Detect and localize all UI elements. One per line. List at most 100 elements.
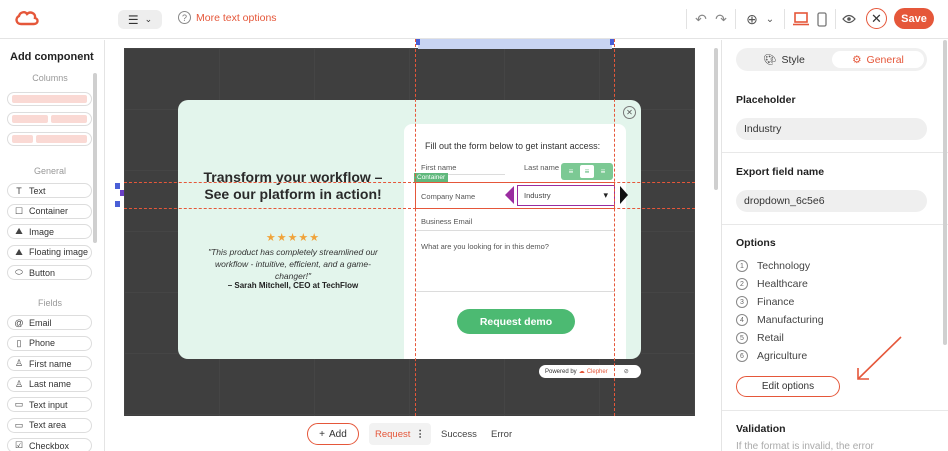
drag-handle-right[interactable] (620, 186, 628, 204)
more-text-options-link[interactable]: ? More text options (178, 11, 277, 24)
field-component-phone[interactable]: ▯ Phone (7, 335, 92, 351)
field-component-checkbox[interactable]: ☑ Checkbox (7, 438, 92, 451)
resize-handle[interactable] (115, 201, 120, 207)
popup-headline[interactable]: Transform your workflow – See our platfo… (198, 169, 388, 202)
divider (722, 224, 948, 225)
align-right-icon[interactable]: ≡ (596, 165, 610, 178)
option-item[interactable]: 6 Agriculture (736, 350, 807, 362)
sidebar-scrollbar[interactable] (93, 73, 97, 243)
state-tab-request[interactable]: Request ⋮ (369, 423, 431, 445)
business-email-field[interactable]: Business Email (421, 217, 472, 226)
option-item[interactable]: 2 Healthcare (736, 278, 808, 290)
edit-options-button[interactable]: Edit options (736, 376, 840, 397)
component-floating-image[interactable]: ⛰ Floating image (7, 244, 92, 260)
column-layout-3[interactable] (7, 132, 92, 146)
plus-icon: + (319, 428, 326, 440)
validation-help-text: If the format is invalid, the error (736, 441, 874, 451)
export-field-input[interactable]: dropdown_6c5e6 (736, 190, 927, 212)
component-label: Text area (29, 420, 67, 430)
component-label: Container (29, 206, 69, 216)
field-component-email[interactable]: @ Email (7, 315, 92, 330)
component-label: Email (29, 317, 52, 328)
chevron-down-icon[interactable]: ⌄ (764, 10, 776, 28)
component-label: Last name (29, 379, 72, 389)
close-icon: ✕ (626, 108, 633, 117)
resize-handle[interactable] (120, 190, 124, 196)
component-label: Text (29, 185, 46, 196)
column-layout-2[interactable] (7, 112, 92, 126)
powered-by-text: Powered by (545, 368, 577, 375)
divider (722, 152, 948, 153)
save-button[interactable]: Save (894, 8, 934, 29)
text-align-dropdown[interactable]: ☰ ⌄ (118, 10, 162, 29)
drag-handle-left[interactable] (505, 186, 514, 204)
state-tab-error[interactable]: Error (485, 423, 518, 445)
testimonial-quote[interactable]: "This product has completely streamlined… (198, 246, 388, 282)
field-component-last-name[interactable]: ♙ Last name (7, 376, 92, 392)
powered-by-badge[interactable]: Powered by ☁ Clepher ⊘ (539, 365, 641, 378)
image-icon: ⛰ (15, 226, 23, 236)
fields-section-label: Fields (37, 298, 62, 308)
component-text[interactable]: T Text (7, 183, 92, 198)
field-component-first-name[interactable]: ♙ First name (7, 356, 92, 371)
testimonial-author[interactable]: – Sarah Mitchell, CEO at TechFlow (198, 281, 388, 290)
tab-style[interactable]: 🎨︎ Style (740, 51, 828, 68)
option-item[interactable]: 5 Retail (736, 332, 784, 344)
sidebar-title: Add component (10, 51, 94, 63)
field-component-text-area[interactable]: ▭ Text area (7, 417, 92, 433)
state-tab-success[interactable]: Success (435, 423, 483, 445)
industry-dropdown[interactable]: Industry ▾ (517, 185, 615, 206)
toolbar-divider (686, 9, 687, 29)
clepher-logo-icon: ☁ (578, 369, 585, 375)
redo-icon[interactable]: ↷ (714, 10, 728, 28)
align-center-icon[interactable]: ≡ (580, 165, 594, 178)
option-number: 6 (736, 350, 748, 362)
clepher-logo-icon[interactable] (14, 9, 40, 29)
component-container[interactable]: ☐ Container (7, 203, 92, 219)
first-name-field[interactable]: First name (421, 163, 456, 172)
eye-icon[interactable] (841, 10, 857, 28)
close-editor-button[interactable]: ✕ (866, 8, 887, 29)
container-tag[interactable]: Container (414, 173, 449, 182)
tab-general[interactable]: ⚙ General (832, 51, 924, 68)
panel-scrollbar[interactable] (943, 40, 947, 345)
component-sidebar: Add component Columns General T Text ☐ Cont… (0, 40, 105, 451)
column-layout-1[interactable] (7, 92, 92, 106)
option-number: 5 (736, 332, 748, 344)
email-icon: @ (14, 317, 24, 328)
company-name-field[interactable]: Company Name (421, 192, 475, 201)
popup-close-button[interactable]: ✕ (623, 106, 636, 119)
option-item[interactable]: 3 Finance (736, 296, 794, 308)
undo-icon[interactable]: ↶ (694, 10, 708, 28)
request-demo-button[interactable]: Request demo (457, 309, 575, 334)
mobile-view-icon[interactable] (815, 10, 829, 28)
eye-off-icon[interactable]: ⊘ (624, 368, 629, 375)
dropdown-value: Industry (524, 191, 551, 200)
last-name-field[interactable]: Last name (524, 163, 559, 172)
globe-icon[interactable]: ⊕ (744, 10, 760, 28)
demo-interest-textarea[interactable]: What are you looking for in this demo? (421, 242, 549, 251)
resize-handle[interactable] (416, 39, 420, 45)
canvas-scrollbar[interactable] (714, 48, 718, 190)
resize-handle[interactable] (115, 183, 120, 189)
add-button[interactable]: + Add (307, 423, 359, 445)
placeholder-input[interactable]: Industry (736, 118, 927, 140)
option-item[interactable]: 4 Manufacturing (736, 314, 824, 326)
option-label: Technology (757, 260, 811, 272)
option-label: Healthcare (757, 278, 808, 290)
component-label: Phone (29, 338, 56, 348)
option-item[interactable]: 1 Technology (736, 260, 810, 272)
component-image[interactable]: ⛰ Image (7, 224, 92, 239)
desktop-view-icon[interactable] (792, 10, 810, 28)
chevron-down-icon: ▾ (603, 190, 608, 200)
form-title[interactable]: Fill out the form below to get instant a… (425, 141, 600, 151)
component-label: First name (29, 358, 72, 369)
button-icon: ⬭ (15, 267, 23, 277)
columns-section-label: Columns (32, 73, 68, 83)
component-button[interactable]: ⬭ Button (7, 265, 92, 280)
field-component-text-input[interactable]: ▭ Text input (7, 397, 92, 412)
option-number: 3 (736, 296, 748, 308)
placeholder-heading: Placeholder (736, 94, 796, 106)
more-vertical-icon[interactable]: ⋮ (415, 429, 425, 440)
align-left-icon[interactable]: ≡ (564, 165, 578, 178)
